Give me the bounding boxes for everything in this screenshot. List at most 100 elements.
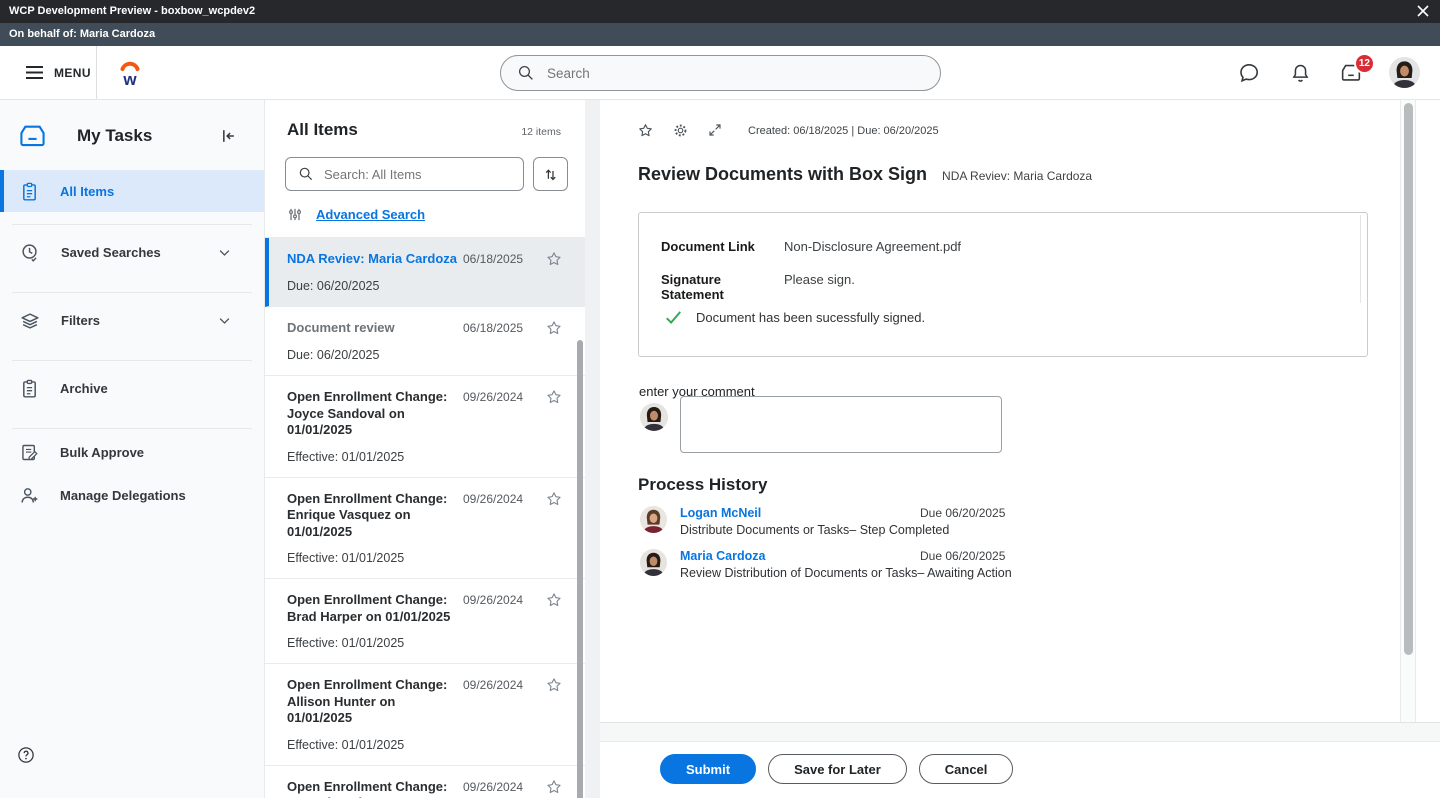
chat-icon[interactable] xyxy=(1236,60,1262,86)
list-title: All Items xyxy=(287,120,521,140)
task-list-item[interactable]: Document review 06/18/2025 Due: 06/20/20… xyxy=(265,307,585,376)
task-list-item[interactable]: Open Enrollment Change: Joyce Sandoval o… xyxy=(265,376,585,478)
task-title: Document review xyxy=(287,320,463,337)
field-value: Please sign. xyxy=(784,272,855,302)
signed-status-text: Document has been sucessfully signed. xyxy=(696,310,925,325)
created-due-meta: Created: 06/18/2025 | Due: 06/20/2025 xyxy=(748,125,939,137)
item-count: 12 items xyxy=(521,126,561,138)
task-date: 09/26/2024 xyxy=(463,780,535,794)
task-list-item[interactable]: Open Enrollment Change: Allison Hunter o… xyxy=(265,664,585,766)
comment-input[interactable] xyxy=(680,396,1002,453)
history-person-link[interactable]: Logan McNeil xyxy=(680,506,920,520)
search-icon xyxy=(298,166,314,182)
favorite-star-icon[interactable] xyxy=(545,250,563,268)
svg-text:w: w xyxy=(122,70,137,88)
cancel-button[interactable]: Cancel xyxy=(919,754,1014,784)
task-title: Open Enrollment Change: Joyce Sandoval o… xyxy=(287,389,463,439)
close-icon[interactable] xyxy=(1416,4,1430,18)
task-subtext: Effective: 01/01/2025 xyxy=(287,738,573,752)
inbox-count-badge: 12 xyxy=(1354,53,1375,74)
sidebar-item-bulk-approve[interactable]: Bulk Approve xyxy=(12,429,252,475)
layers-icon xyxy=(19,310,41,332)
document-pencil-icon xyxy=(19,442,40,463)
favorite-star-icon[interactable] xyxy=(637,122,654,139)
card-inner-scrollbar xyxy=(1360,215,1361,303)
sidebar-item-manage-delegations[interactable]: Manage Delegations xyxy=(12,475,252,515)
task-list: NDA Reviev: Maria Cardoza 06/18/2025 Due… xyxy=(265,237,585,798)
favorite-star-icon[interactable] xyxy=(545,778,563,796)
list-scrollbar[interactable] xyxy=(577,340,583,798)
workday-logo-icon[interactable]: w xyxy=(117,58,143,88)
expand-icon[interactable] xyxy=(707,122,724,139)
search-icon xyxy=(517,64,535,82)
history-person-link[interactable]: Maria Cardoza xyxy=(680,549,920,563)
save-for-later-button[interactable]: Save for Later xyxy=(768,754,907,784)
success-check-icon xyxy=(664,309,683,325)
environment-title: WCP Development Preview - boxbow_wcpdev2 xyxy=(9,5,255,17)
header-divider xyxy=(96,46,97,99)
menu-label: MENU xyxy=(54,66,91,80)
sort-button[interactable] xyxy=(533,157,568,191)
field-label: Signature Statement xyxy=(661,272,784,302)
profile-avatar[interactable] xyxy=(1389,57,1420,88)
favorite-star-icon[interactable] xyxy=(545,388,563,406)
task-date: 06/18/2025 xyxy=(463,321,535,335)
favorite-star-icon[interactable] xyxy=(545,676,563,694)
task-title: Open Enrollment Change: Amanda Baker on … xyxy=(287,779,463,798)
history-step: Distribute Documents or Tasks– Step Comp… xyxy=(680,523,1005,537)
history-due: Due 06/20/2025 xyxy=(920,549,1005,563)
my-tasks-icon xyxy=(16,122,49,150)
task-detail-title: Review Documents with Box Sign xyxy=(638,164,927,185)
sidebar-item-filters[interactable]: Filters xyxy=(12,293,252,348)
task-detail-subtitle: NDA Reviev: Maria Cardoza xyxy=(942,169,1092,183)
task-list-item[interactable]: NDA Reviev: Maria Cardoza 06/18/2025 Due… xyxy=(265,238,585,307)
task-list-item[interactable]: Open Enrollment Change: Enrique Vasquez … xyxy=(265,478,585,580)
advanced-search-link[interactable]: Advanced Search xyxy=(316,207,425,222)
footer-divider xyxy=(600,722,1440,742)
favorite-star-icon[interactable] xyxy=(545,319,563,337)
favorite-star-icon[interactable] xyxy=(545,490,563,508)
gear-icon[interactable] xyxy=(672,122,689,139)
task-list-item[interactable]: Open Enrollment Change: Amanda Baker on … xyxy=(265,766,585,798)
clipboard-icon xyxy=(19,377,40,400)
help-icon[interactable] xyxy=(17,746,35,764)
on-behalf-bar: On behalf of: Maria Cardoza xyxy=(0,23,1440,46)
detail-scrollbar-track[interactable] xyxy=(1400,100,1416,722)
search-input[interactable] xyxy=(547,66,907,81)
process-history-entry: Logan McNeil Due 06/20/2025 Distribute D… xyxy=(640,506,1005,537)
document-card: Document Link Non-Disclosure Agreement.p… xyxy=(638,212,1368,357)
global-search[interactable] xyxy=(500,55,941,91)
notifications-bell-icon[interactable] xyxy=(1287,60,1313,86)
document-link[interactable]: Non-Disclosure Agreement.pdf xyxy=(784,239,961,254)
list-search-input[interactable] xyxy=(324,167,494,182)
sliders-icon xyxy=(287,206,303,223)
task-date: 09/26/2024 xyxy=(463,593,535,607)
sidebar-item-label: Bulk Approve xyxy=(60,445,252,460)
submit-button[interactable]: Submit xyxy=(660,754,756,784)
sidebar-item-label: Manage Delegations xyxy=(60,488,252,503)
sidebar-item-label: Filters xyxy=(61,313,217,328)
sidebar-item-label: Archive xyxy=(60,381,252,396)
sidebar-item-saved-searches[interactable]: Saved Searches xyxy=(12,225,252,280)
my-tasks-inbox-icon[interactable]: 12 xyxy=(1338,60,1364,86)
task-title: Open Enrollment Change: Brad Harper on 0… xyxy=(287,592,463,625)
collapse-sidebar-icon[interactable] xyxy=(218,126,238,146)
clock-icon xyxy=(19,241,41,264)
menu-button[interactable]: MENU xyxy=(25,46,91,99)
sidebar-item-archive[interactable]: Archive xyxy=(12,361,252,416)
task-title: Open Enrollment Change: Allison Hunter o… xyxy=(287,677,463,727)
task-list-item[interactable]: Open Enrollment Change: Brad Harper on 0… xyxy=(265,579,585,664)
task-subtext: Due: 06/20/2025 xyxy=(287,348,573,362)
sidebar-title: My Tasks xyxy=(77,126,218,146)
favorite-star-icon[interactable] xyxy=(545,591,563,609)
history-avatar xyxy=(640,549,667,576)
history-step: Review Distribution of Documents or Task… xyxy=(680,566,1012,580)
action-footer: Submit Save for Later Cancel xyxy=(600,742,1440,798)
environment-bar: WCP Development Preview - boxbow_wcpdev2 xyxy=(0,0,1440,23)
task-date: 09/26/2024 xyxy=(463,492,535,506)
detail-scrollbar-thumb[interactable] xyxy=(1404,103,1413,655)
clipboard-icon xyxy=(19,180,40,203)
sidebar-item-all-items[interactable]: All Items xyxy=(0,170,264,212)
list-search[interactable] xyxy=(285,157,524,191)
history-due: Due 06/20/2025 xyxy=(920,506,1005,520)
